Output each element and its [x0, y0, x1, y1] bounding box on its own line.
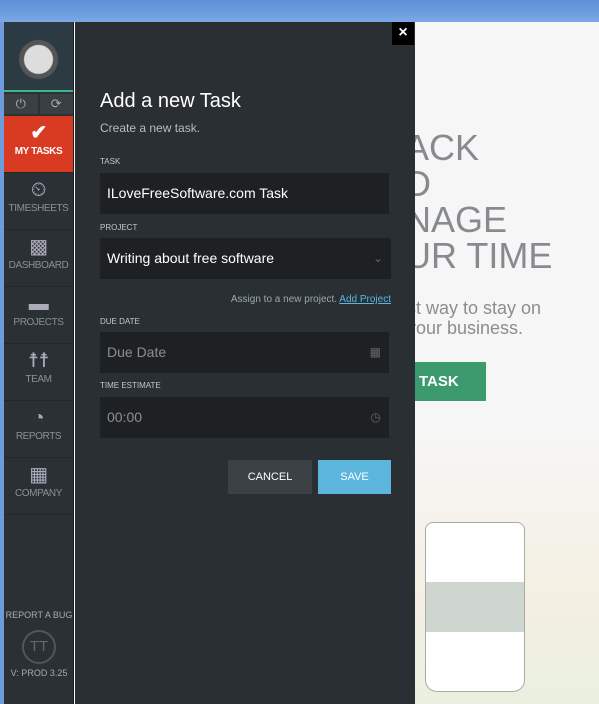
project-label: PROJECT	[100, 223, 138, 232]
page-title: Add a new Task	[100, 90, 241, 112]
due-date-input[interactable]: Due Date ▦	[100, 332, 389, 373]
report-icon: ◔	[32, 407, 45, 429]
save-button[interactable]: SAVE	[318, 460, 391, 494]
report-bug-link[interactable]: REPORT A BUG	[4, 610, 74, 620]
chevron-down-icon: ⌄	[372, 251, 383, 265]
time-estimate-input[interactable]: 00:00 ◷	[100, 397, 389, 438]
sidebar-item-timesheets[interactable]: ⏲ TIMESHEETS	[4, 173, 73, 230]
coffee-cup-illustration	[425, 522, 525, 692]
refresh-icon[interactable]: ⟳	[39, 94, 73, 114]
assign-text: Assign to a new project.	[230, 294, 338, 305]
folder-icon: ▬	[28, 293, 49, 315]
hero-headline: ACK D NAGE UR TIME	[405, 127, 553, 276]
chart-icon: ▩	[29, 236, 48, 258]
nav-label: TEAM	[25, 374, 52, 385]
time-estimate-label: TIME ESTIMATE	[100, 381, 161, 390]
due-date-label: DUE DATE	[100, 317, 140, 326]
tt-logo: TT	[22, 630, 56, 664]
sidebar-item-projects[interactable]: ▬ PROJECTS	[4, 287, 73, 344]
people-icon: ☨☨	[28, 350, 49, 372]
nav-label: COMPANY	[14, 488, 63, 499]
power-icon[interactable]: ⏻	[4, 94, 38, 114]
due-date-placeholder: Due Date	[107, 344, 167, 360]
sidebar: ⏻ ⟳ ✔ MY TASKS ⏲ TIMESHEETS ▩ DASHBOARD ▬ PR…	[4, 22, 74, 704]
page-subtitle: Create a new task.	[100, 121, 201, 135]
window-titlebar	[0, 0, 599, 22]
nav-label: REPORTS	[15, 431, 62, 442]
sidebar-item-company[interactable]: ▦ COMPANY	[4, 458, 73, 515]
project-value: Writing about free software	[107, 250, 275, 266]
assign-hint: Assign to a new project. Add Project	[231, 294, 391, 305]
hero-tagline: st way to stay on your business.	[407, 298, 542, 338]
nav-label: TIMESHEETS	[8, 203, 69, 214]
stopwatch-icon: ⏲	[30, 179, 47, 201]
sidebar-item-dashboard[interactable]: ▩ DASHBOARD	[4, 230, 73, 287]
nav-label: DASHBOARD	[8, 260, 69, 271]
stopwatch-logo	[4, 22, 73, 92]
time-estimate-value: 00:00	[107, 409, 143, 425]
cancel-button[interactable]: CANCEL	[228, 460, 312, 494]
sidebar-item-my-tasks[interactable]: ✔ MY TASKS	[4, 116, 73, 173]
nav-label: MY TASKS	[14, 146, 63, 157]
version-label: V: PROD 3.25	[10, 668, 68, 678]
task-label: TASK	[100, 157, 121, 166]
task-input[interactable]: ILoveFreeSoftware.com Task	[100, 173, 389, 214]
sidebar-item-team[interactable]: ☨☨ TEAM	[4, 344, 73, 401]
project-select[interactable]: Writing about free software ⌄	[100, 238, 391, 279]
building-icon: ▦	[29, 464, 48, 486]
close-button[interactable]: ×	[392, 22, 414, 45]
background-landing: ACK D NAGE UR TIME st way to stay on you…	[405, 22, 599, 704]
clock-icon: ◷	[370, 410, 381, 424]
add-project-link[interactable]: Add Project	[339, 294, 391, 305]
nav-label: PROJECTS	[13, 317, 64, 328]
calendar-icon: ▦	[369, 345, 381, 359]
cta-button[interactable]: TASK	[415, 362, 486, 401]
check-icon: ✔	[30, 122, 47, 144]
sidebar-item-reports[interactable]: ◔ REPORTS	[4, 401, 73, 458]
